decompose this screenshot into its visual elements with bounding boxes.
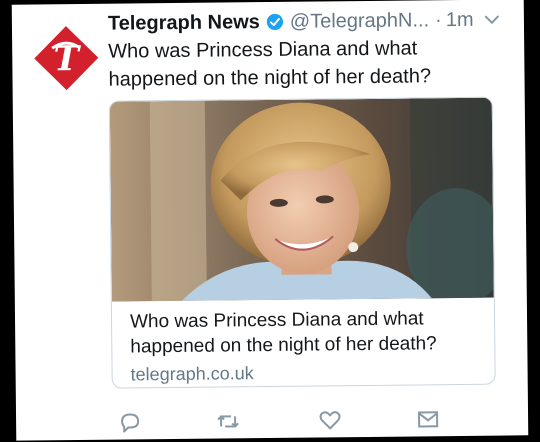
heart-icon[interactable] <box>318 409 342 431</box>
link-preview-card[interactable]: Who was Princess Diana and what happened… <box>108 96 496 389</box>
tweet-actions <box>112 408 452 436</box>
user-handle[interactable]: @TelegraphN... <box>290 9 429 33</box>
display-name[interactable]: Telegraph News <box>108 11 260 36</box>
retweet-icon[interactable] <box>216 410 240 432</box>
telegraph-logo[interactable]: T <box>32 24 101 93</box>
separator-dot: · <box>434 8 442 31</box>
tweet-text: Who was Princess Diana and what happened… <box>108 37 432 91</box>
tweet-header: Telegraph News @TelegraphN... · 1m <box>108 7 512 35</box>
article-photo[interactable] <box>109 97 494 302</box>
reply-icon[interactable] <box>118 411 142 433</box>
verified-badge-icon <box>266 13 283 31</box>
timestamp[interactable]: 1m <box>446 8 474 31</box>
link-card-title: Who was Princess Diana and what happened… <box>129 308 437 358</box>
chevron-down-icon[interactable] <box>483 14 499 26</box>
tweet-card[interactable]: T Telegraph News @TelegraphN... · 1m Who… <box>11 0 529 441</box>
link-card-domain: telegraph.co.uk <box>130 363 254 385</box>
envelope-icon[interactable] <box>416 408 440 430</box>
